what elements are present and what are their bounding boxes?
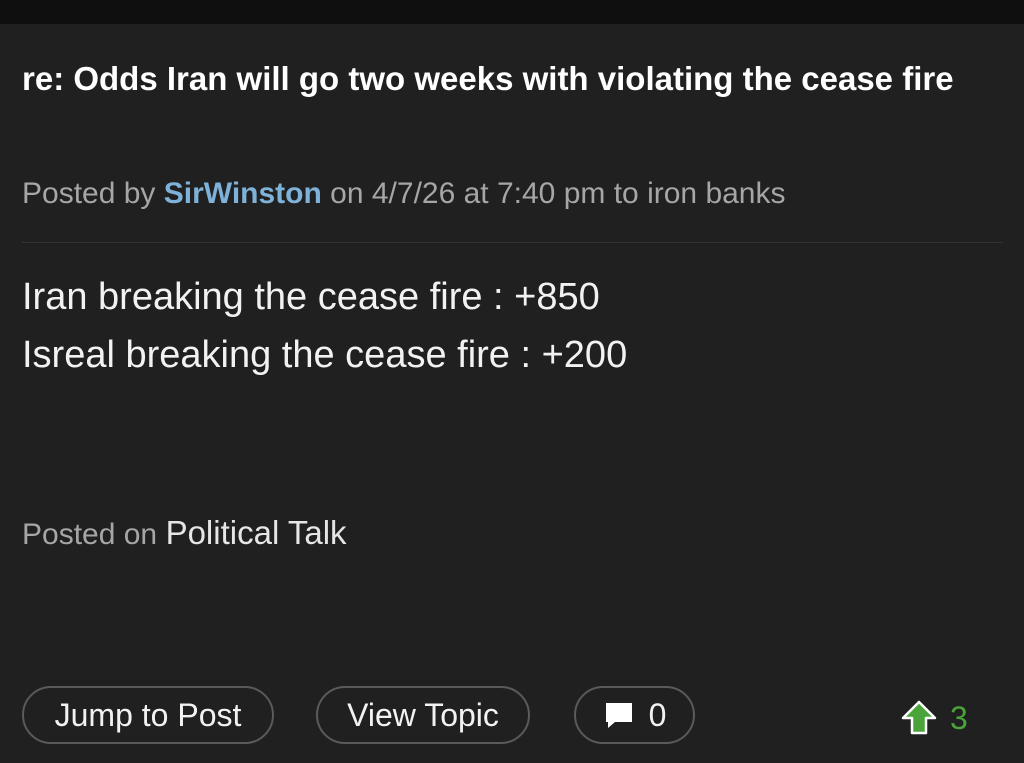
comment-count: 0 (648, 696, 667, 733)
upvote[interactable]: 3 (900, 694, 968, 742)
posted-by-label: Posted by (22, 177, 156, 210)
jump-to-post-label: Jump to Post (54, 696, 242, 733)
posted-on-label: Posted on (22, 518, 158, 551)
post-date-text: on 4/7/26 at 7:40 pm to (330, 177, 639, 210)
up-arrow-icon[interactable] (900, 699, 938, 737)
author-link[interactable]: SirWinston (164, 177, 322, 210)
top-bar (0, 0, 1024, 24)
view-topic-button[interactable]: View Topic (316, 686, 530, 744)
comments-button[interactable]: 0 (574, 686, 695, 744)
post-body-line: Isreal breaking the cease fire : +200 (22, 334, 628, 376)
view-topic-label: View Topic (347, 696, 499, 733)
reply-recipient: iron banks (647, 177, 786, 210)
vote-count: 3 (950, 699, 968, 736)
post-body-line: Iran breaking the cease fire : +850 (22, 276, 600, 318)
divider (22, 242, 1003, 243)
posted-on: Posted on Political Talk (22, 514, 347, 552)
jump-to-post-button[interactable]: Jump to Post (22, 686, 274, 744)
forum-link[interactable]: Political Talk (166, 514, 347, 551)
post-body: Iran breaking the cease fire : +850 Isre… (22, 268, 627, 384)
speech-bubble-icon (605, 703, 632, 728)
post-title: re: Odds Iran will go two weeks with vio… (22, 60, 954, 97)
post-meta: Posted by SirWinston on 4/7/26 at 7:40 p… (22, 174, 786, 214)
